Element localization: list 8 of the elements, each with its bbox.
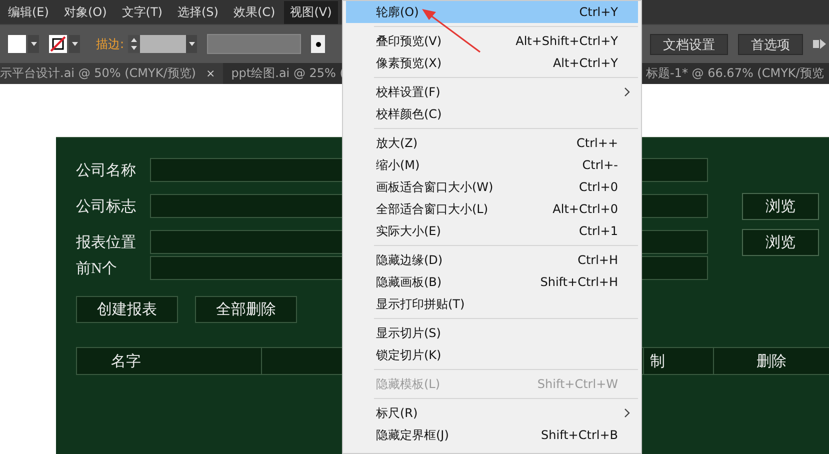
stroke-label: 描边:: [96, 36, 124, 52]
column-header: 删除: [756, 352, 788, 372]
field-label: 公司名称: [76, 162, 137, 180]
column-header: 名字: [77, 348, 262, 374]
field-label: 报表位置: [76, 234, 137, 252]
field-label: 公司标志: [76, 198, 137, 216]
field-label: 前N个: [76, 260, 118, 278]
column-header: 制: [644, 348, 714, 374]
